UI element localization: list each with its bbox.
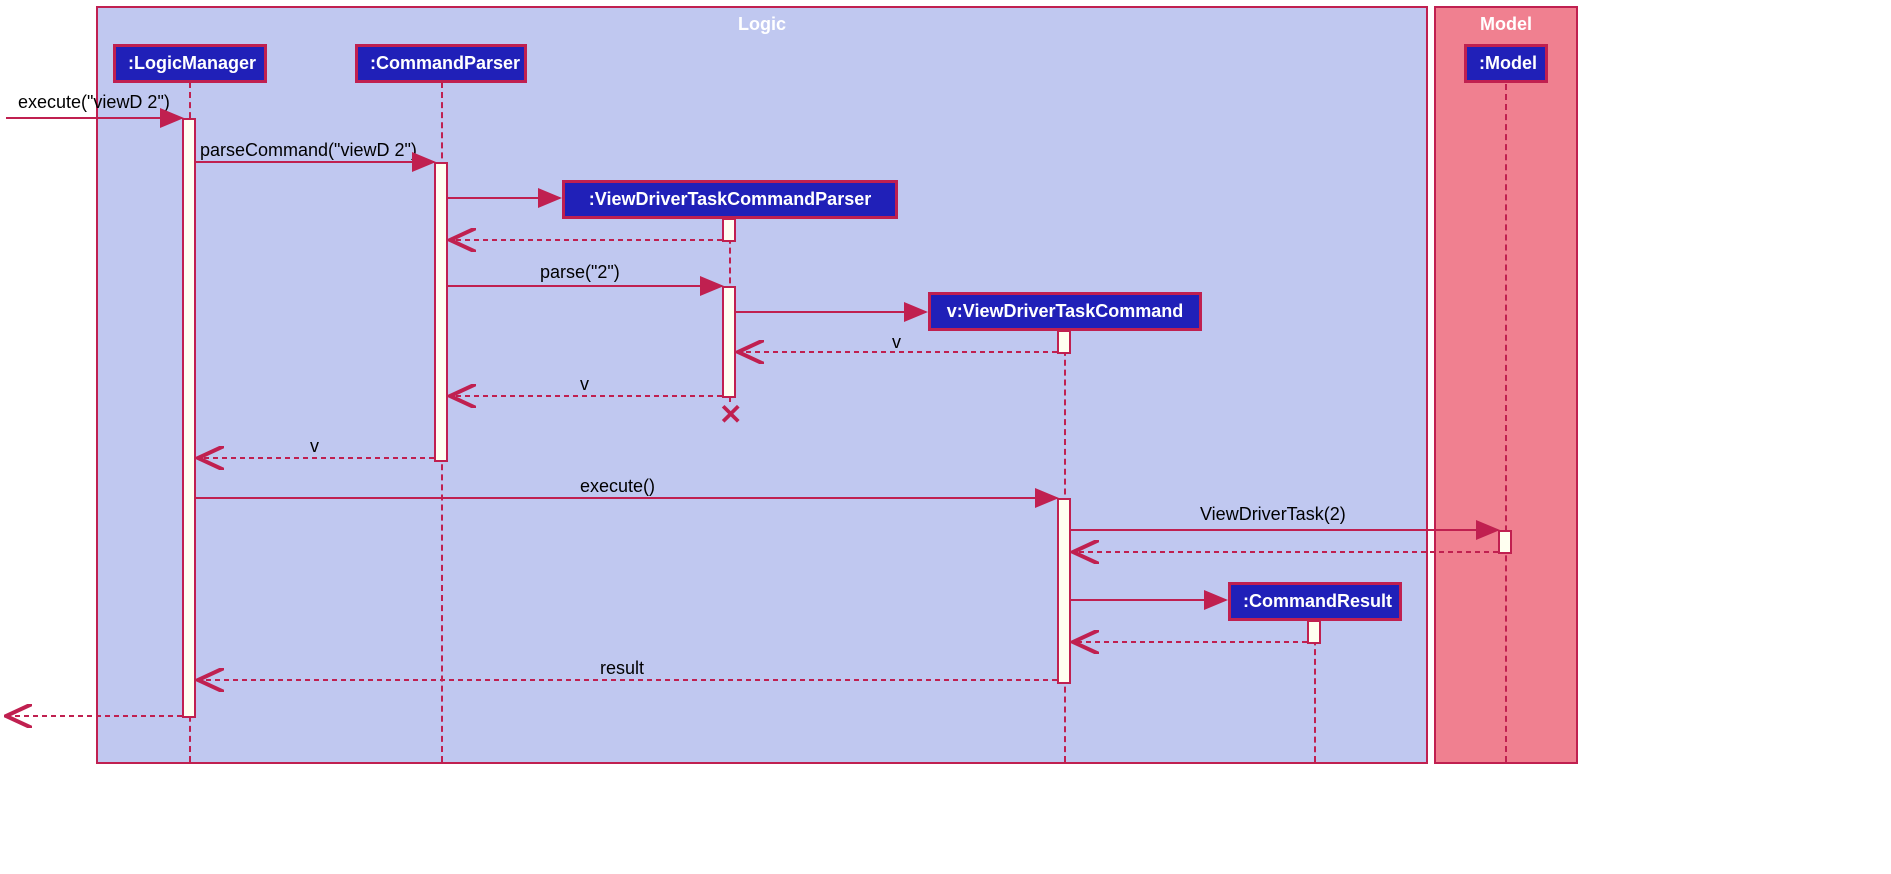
- participant-vdtcparser: :ViewDriverTaskCommandParser: [562, 180, 898, 219]
- participant-vdtcommand: v:ViewDriverTaskCommand: [928, 292, 1202, 331]
- participant-model-label: :Model: [1479, 53, 1537, 73]
- participant-vdtcommand-label: v:ViewDriverTaskCommand: [947, 301, 1183, 321]
- activation-vdtcparser-1: [722, 218, 736, 242]
- frame-logic-title: Logic: [738, 14, 786, 35]
- msg-viewdrivertask: ViewDriverTask(2): [1200, 504, 1346, 525]
- msg-parse: parse("2"): [540, 262, 620, 283]
- msg-execute2: execute(): [580, 476, 655, 497]
- activation-commandresult: [1307, 620, 1321, 644]
- msg-execute: execute("viewD 2"): [18, 92, 170, 113]
- activation-logicmanager: [182, 118, 196, 718]
- lifeline-model: [1505, 84, 1507, 762]
- activation-vdtcommand-1: [1057, 330, 1071, 354]
- activation-vdtcommand-2: [1057, 498, 1071, 684]
- activation-commandparser: [434, 162, 448, 462]
- msg-return-v2: v: [580, 374, 589, 395]
- activation-model: [1498, 530, 1512, 554]
- frame-logic: Logic: [96, 6, 1428, 764]
- participant-commandparser-label: :CommandParser: [370, 53, 520, 73]
- frame-model-title: Model: [1480, 14, 1532, 35]
- participant-commandresult-label: :CommandResult: [1243, 591, 1392, 611]
- participant-vdtcparser-label: :ViewDriverTaskCommandParser: [589, 189, 871, 209]
- msg-result: result: [600, 658, 644, 679]
- msg-parsecommand: parseCommand("viewD 2"): [200, 140, 417, 161]
- participant-commandparser: :CommandParser: [355, 44, 527, 83]
- participant-logicmanager-label: :LogicManager: [128, 53, 256, 73]
- msg-return-v3: v: [310, 436, 319, 457]
- participant-commandresult: :CommandResult: [1228, 582, 1402, 621]
- msg-return-v1: v: [892, 332, 901, 353]
- destroy-icon: ✕: [719, 408, 742, 422]
- participant-model: :Model: [1464, 44, 1548, 83]
- participant-logicmanager: :LogicManager: [113, 44, 267, 83]
- activation-vdtcparser-2: [722, 286, 736, 398]
